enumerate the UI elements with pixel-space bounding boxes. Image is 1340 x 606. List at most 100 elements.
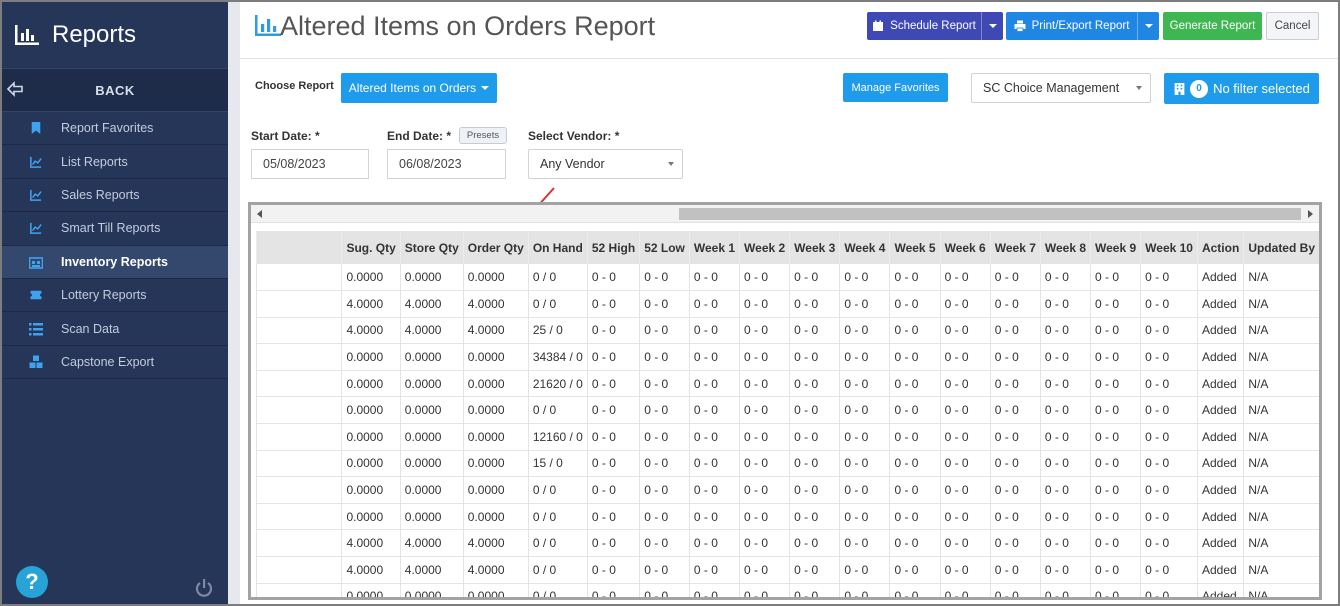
- table-row[interactable]: 0.0000 0.0000 0.0000 0 / 00 - 00 - 00 - 00 …: [255, 264, 1319, 292]
- week-cell: 0 - 0: [586, 396, 640, 425]
- week-cell: 0 - 0: [939, 450, 991, 478]
- scroll-right-icon[interactable]: [1308, 210, 1313, 218]
- week-cell: 0 - 0: [586, 264, 640, 292]
- week-cell: 0 - 0: [1140, 343, 1198, 371]
- week-cell: 0 - 0: [1039, 370, 1091, 398]
- sidebar-item-report-favorites[interactable]: Report Favorites: [2, 112, 228, 146]
- column-header[interactable]: Week 7: [989, 231, 1041, 264]
- table-row[interactable]: 0.0000 0.0000 0.0000 0 / 00 - 00 - 00 - 00 …: [255, 583, 1319, 597]
- table-cell: 0.0000: [399, 450, 464, 478]
- sidebar-item-lottery-reports[interactable]: Lottery Reports: [2, 279, 228, 313]
- action-cell: Added: [1196, 317, 1244, 345]
- week-cell: 0 - 0: [1090, 450, 1141, 478]
- table-row[interactable]: 4.0000 4.0000 4.0000 0 / 00 - 00 - 00 - 00 …: [255, 290, 1319, 318]
- sidebar-item-label: List Reports: [61, 154, 128, 169]
- table-row[interactable]: 4.0000 4.0000 4.0000 0 / 00 - 00 - 00 - 00 …: [255, 556, 1319, 584]
- power-icon[interactable]: [194, 578, 214, 598]
- sidebar-item-smart-till-reports[interactable]: Smart Till Reports: [2, 212, 228, 246]
- sidebar-item-label: Scan Data: [61, 321, 120, 336]
- week-cell: 0 - 0: [1140, 264, 1198, 292]
- updated-by-cell: N/A: [1243, 290, 1319, 318]
- week-cell: 0 - 0: [639, 423, 690, 451]
- column-header[interactable]: 52 Low: [639, 231, 690, 264]
- table-cell: 0 / 0: [527, 529, 588, 558]
- vendor-select[interactable]: Any Vendor: [528, 149, 683, 179]
- column-header[interactable]: Week 10: [1140, 231, 1198, 264]
- column-header[interactable]: Action: [1196, 231, 1244, 264]
- end-date-input[interactable]: 06/08/2023: [387, 149, 506, 179]
- app-window: Reports BACK Report Favorites List Report…: [0, 0, 1340, 606]
- schedule-dropdown-toggle[interactable]: [981, 12, 1003, 40]
- filter-button[interactable]: 0 No filter selected: [1164, 73, 1319, 104]
- start-date-input[interactable]: 05/08/2023: [251, 149, 369, 179]
- column-header[interactable]: Updated By: [1243, 231, 1319, 264]
- column-header[interactable]: Sug. Qty: [341, 231, 401, 264]
- table-row[interactable]: 0.0000 0.0000 0.0000 0 / 00 - 00 - 00 - 00 …: [255, 476, 1319, 504]
- list-icon: [29, 322, 43, 336]
- week-cell: 0 - 0: [989, 343, 1041, 371]
- scrollbar-thumb[interactable]: [679, 208, 1301, 220]
- main-content: Altered Items on Orders Report Schedule …: [228, 2, 1338, 604]
- print-export-button[interactable]: Print/Export Report: [1006, 12, 1159, 40]
- sidebar-item-capstone-export[interactable]: Capstone Export: [2, 346, 228, 380]
- scroll-left-icon[interactable]: [257, 210, 262, 218]
- column-header[interactable]: Week 3: [789, 231, 840, 264]
- table-row[interactable]: 0.0000 0.0000 0.0000 21620 / 00 - 00 - 00 -…: [255, 370, 1319, 398]
- week-cell: 0 - 0: [1140, 556, 1198, 584]
- week-cell: 0 - 0: [688, 583, 740, 597]
- sidebar-item-list-reports[interactable]: List Reports: [2, 145, 228, 179]
- week-cell: 0 - 0: [688, 556, 740, 584]
- week-cell: 0 - 0: [639, 370, 690, 398]
- table-row[interactable]: 0.0000 0.0000 0.0000 34384 / 00 - 00 - 00 -…: [255, 343, 1319, 371]
- table-row[interactable]: 4.0000 4.0000 4.0000 25 / 00 - 00 - 00 - 00…: [255, 317, 1319, 345]
- manage-favorites-button[interactable]: Manage Favorites: [843, 73, 948, 102]
- table-row[interactable]: 0.0000 0.0000 0.0000 15 / 00 - 00 - 00 - 00…: [255, 450, 1319, 478]
- week-cell: 0 - 0: [739, 450, 790, 478]
- back-button[interactable]: BACK: [2, 68, 228, 112]
- schedule-report-button[interactable]: Schedule Report: [867, 12, 1003, 40]
- column-header[interactable]: Order Qty: [462, 231, 529, 264]
- column-header[interactable]: Week 2: [739, 231, 790, 264]
- management-select[interactable]: SC Choice Management: [971, 73, 1151, 103]
- week-cell: 0 - 0: [989, 503, 1041, 531]
- cancel-button[interactable]: Cancel: [1266, 12, 1319, 40]
- column-header[interactable]: On Hand: [527, 231, 588, 264]
- table-cell: 4.0000: [399, 317, 464, 345]
- updated-by-cell: N/A: [1243, 450, 1319, 478]
- help-button[interactable]: ?: [16, 566, 48, 598]
- sidebar-item-scan-data[interactable]: Scan Data: [2, 312, 228, 346]
- week-cell: 0 - 0: [989, 370, 1041, 398]
- column-header[interactable]: Week 1: [688, 231, 740, 264]
- end-date-label: End Date: *: [387, 129, 452, 143]
- sidebar-item-sales-reports[interactable]: Sales Reports: [2, 179, 228, 213]
- table-cell: 0.0000: [399, 370, 464, 398]
- column-header[interactable]: Week 5: [889, 231, 941, 264]
- item-name-cell: [255, 423, 342, 451]
- column-header[interactable]: Week 4: [839, 231, 890, 264]
- column-header[interactable]: Week 8: [1039, 231, 1091, 264]
- column-header[interactable]: [255, 231, 342, 264]
- table-body: 0.0000 0.0000 0.0000 0 / 00 - 00 - 00 - 00 …: [255, 264, 1319, 597]
- print-dropdown-toggle[interactable]: [1137, 12, 1159, 40]
- item-name-cell: [255, 529, 342, 558]
- column-header[interactable]: Store Qty: [399, 231, 464, 264]
- column-header[interactable]: 52 High: [586, 231, 640, 264]
- table-row[interactable]: 0.0000 0.0000 0.0000 0 / 00 - 00 - 00 - 00 …: [255, 503, 1319, 531]
- week-cell: 0 - 0: [1140, 529, 1198, 558]
- filter-label: No filter selected: [1213, 81, 1310, 96]
- bar-chart-icon: [15, 25, 39, 45]
- choose-report-dropdown[interactable]: Altered Items on Orders: [341, 73, 497, 103]
- sidebar-item-inventory-reports[interactable]: Inventory Reports: [2, 245, 228, 279]
- sidebar-menu: Report Favorites List Reports Sales Report…: [2, 112, 228, 380]
- table-row[interactable]: 0.0000 0.0000 0.0000 12160 / 00 - 00 - 00 -…: [255, 423, 1319, 451]
- presets-button[interactable]: Presets: [459, 127, 507, 144]
- table-row[interactable]: 0.0000 0.0000 0.0000 0 / 00 - 00 - 00 - 00 …: [255, 396, 1319, 425]
- column-header[interactable]: Week 9: [1090, 231, 1141, 264]
- column-header[interactable]: Week 6: [939, 231, 991, 264]
- week-cell: 0 - 0: [639, 396, 690, 425]
- horizontal-scrollbar[interactable]: [251, 205, 1319, 223]
- week-cell: 0 - 0: [889, 264, 941, 292]
- generate-report-button[interactable]: Generate Report: [1163, 12, 1262, 40]
- table-row[interactable]: 4.0000 4.0000 4.0000 0 / 00 - 00 - 00 - 00 …: [255, 529, 1319, 558]
- week-cell: 0 - 0: [586, 556, 640, 584]
